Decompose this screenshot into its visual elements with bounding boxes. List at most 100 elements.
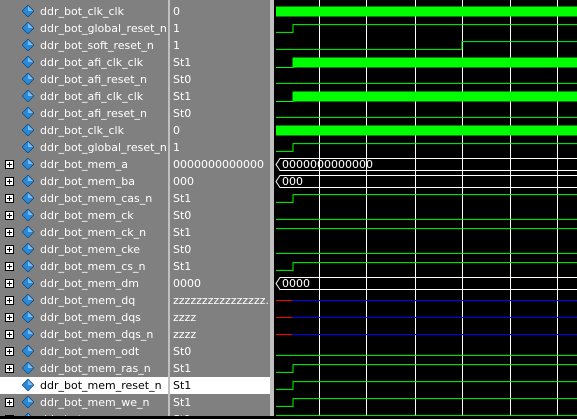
value-row[interactable]: St1 [170,360,270,377]
signal-value: zzzzzzzzzzzzzzzz... [173,294,270,307]
value-row[interactable]: St1 [170,394,270,411]
signal-diamond-icon [22,175,34,187]
signal-name: ddr_bot_mem_ck_n [40,226,147,239]
signal-row[interactable]: ddr_bot_mem_dqs [0,309,168,326]
signal-row[interactable]: ddr_bot_afi_reset_n [0,71,168,88]
value-row[interactable]: zzzz [170,326,270,343]
value-row[interactable]: St0 [170,343,270,360]
waveform-trace [276,41,577,50]
value-row[interactable]: St1 [170,224,270,241]
signal-name: ddr_bot_mem_ras_n [40,362,151,375]
signal-diamond-icon [22,192,34,204]
waveform-trace [276,143,577,152]
signal-name: ddr_bot_mem_ba [40,175,135,188]
signal-row[interactable]: ddr_bot_mem_dm [0,275,168,292]
signal-diamond-icon [22,141,34,153]
signal-name: ddr_bot_mem_cs_n [40,260,146,273]
expand-plus-icon[interactable] [5,347,14,356]
value-row[interactable]: 0000000000000 [170,156,270,173]
value-row[interactable]: 0 [170,3,270,20]
value-row[interactable]: St1 [170,190,270,207]
signal-name: ddr_bot_mem_odt [40,345,140,358]
signal-name: ddr_bot_afi_reset_n [40,107,148,120]
signal-row[interactable]: ddr_bot_global_reset_n [0,139,168,156]
signal-row[interactable]: ddr_bot_mem_cke [0,241,168,258]
value-row[interactable]: 1 [170,20,270,37]
value-row[interactable]: St0 [170,241,270,258]
value-row[interactable]: 1 [170,139,270,156]
expand-plus-icon[interactable] [5,177,14,186]
clock-fill [276,6,577,17]
expand-plus-icon[interactable] [5,211,14,220]
value-row[interactable]: St1 [170,377,270,394]
waveform-canvas[interactable]: 00000000000000000000 [274,0,577,417]
signal-name: ddr_bot_mem_cas_n [40,192,153,205]
signal-name: ddr_bot_mem_ck [40,209,134,222]
expand-plus-icon[interactable] [5,262,14,271]
signal-value: St0 [173,243,192,256]
signal-value: St1 [173,362,192,375]
value-row[interactable]: St0 [170,71,270,88]
signal-value: St1 [173,192,192,205]
signal-row[interactable]: ddr_bot_mem_odt [0,343,168,360]
value-row[interactable]: 000 [170,173,270,190]
waveform-trace [276,364,577,373]
expand-plus-icon[interactable] [5,296,14,305]
signal-row[interactable]: ddr_bot_mem_reset_n [0,377,168,394]
value-row[interactable]: St0 [170,207,270,224]
signal-diamond-icon [22,396,34,408]
signal-row[interactable]: ddr_bot_mem_a [0,156,168,173]
signal-row[interactable]: ddr_bot_mem_ck [0,207,168,224]
signal-row[interactable]: ddr_bot_mem_ras_n [0,360,168,377]
expand-plus-icon[interactable] [5,313,14,322]
expand-plus-icon[interactable] [5,398,14,407]
waveform-trace [276,91,577,102]
expand-plus-icon[interactable] [5,160,14,169]
value-row[interactable]: St1 [170,258,270,275]
signal-row[interactable]: ddr_bot_global_reset_n [0,20,168,37]
expand-plus-icon[interactable] [5,279,14,288]
expand-plus-icon[interactable] [5,330,14,339]
expand-plus-icon[interactable] [5,194,14,203]
value-row[interactable]: St1 [170,88,270,105]
signal-row[interactable]: ddr_bot_mem_dqs_n [0,326,168,343]
value-row[interactable]: St0 [170,105,270,122]
signal-diamond-icon [22,362,34,374]
signal-row[interactable]: ddr_bot_mem_dq [0,292,168,309]
signal-row[interactable]: ddr_bot_mem_ba [0,173,168,190]
signal-row[interactable]: ddr_bot_clk_clk [0,3,168,20]
waveform-trace [276,6,577,17]
signal-value: 1 [173,39,180,52]
signal-row[interactable]: ddr_bot_mem_we_n [0,394,168,411]
signal-row[interactable]: ddr_bot_afi_clk_clk [0,88,168,105]
value-row[interactable]: zzzzzzzzzzzzzzzz... [170,292,270,309]
value-row[interactable]: St1 [170,411,270,416]
signal-row[interactable]: ddr_bot_soft_reset_n [0,37,168,54]
signal-name: ddr_bot_mem_reset_n [40,379,162,392]
value-row[interactable]: 0 [170,122,270,139]
signal-row[interactable]: ddr_bot_mem_cas_n [0,190,168,207]
value-row[interactable]: 0000 [170,275,270,292]
expand-plus-icon[interactable] [5,364,14,373]
bus-value-label: 0000000000000 [282,158,373,171]
signal-diamond-icon [22,5,34,17]
signal-row[interactable]: ddr_bot_mem_cs_n [0,258,168,275]
signal-value: 1 [173,141,180,154]
expand-plus-icon[interactable] [5,228,14,237]
signal-row[interactable]: ddr_bot_mem_... [0,411,168,416]
signal-row[interactable]: ddr_bot_mem_ck_n [0,224,168,241]
waveform-trace [276,57,577,68]
value-row[interactable]: 1 [170,37,270,54]
signal-row[interactable]: ddr_bot_afi_reset_n [0,105,168,122]
signal-name: ddr_bot_mem_dq [40,294,136,307]
signal-value: 000 [173,175,194,188]
signal-value: zzzz [173,328,197,341]
signal-value: zzzz [173,311,197,324]
signal-row[interactable]: ddr_bot_afi_clk_clk [0,54,168,71]
signal-value: St1 [173,396,192,409]
signal-row[interactable]: ddr_bot_clk_clk [0,122,168,139]
waveform-pane: 0000000000000 000 0000 [274,0,577,417]
expand-plus-icon[interactable] [5,245,14,254]
value-row[interactable]: zzzz [170,309,270,326]
value-row[interactable]: St1 [170,54,270,71]
